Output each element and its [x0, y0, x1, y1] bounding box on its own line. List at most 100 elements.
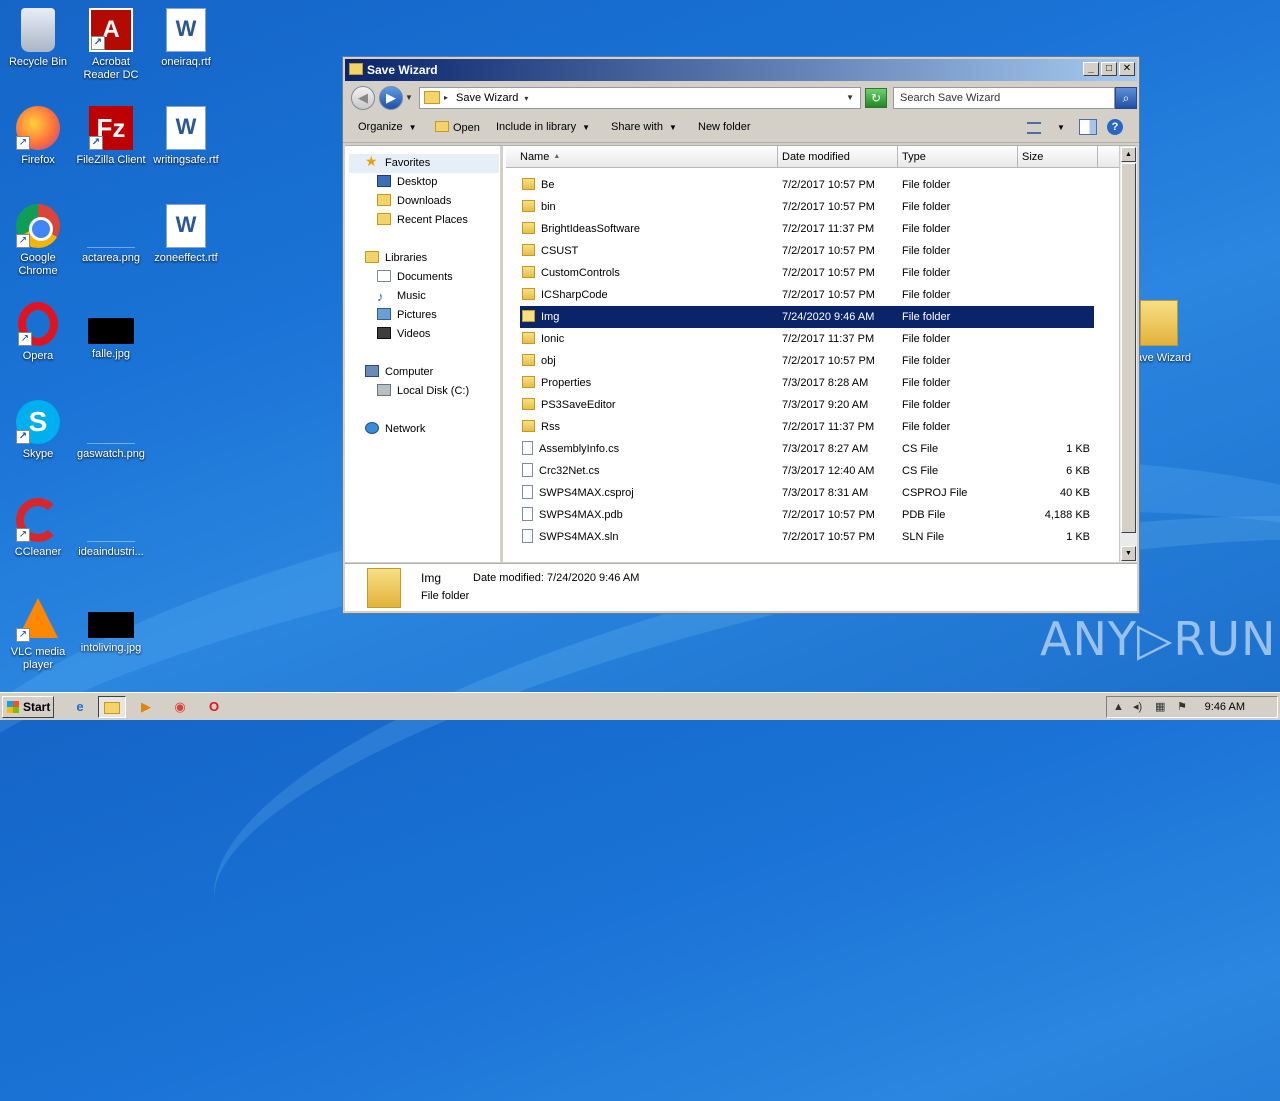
- nav-downloads[interactable]: Downloads: [377, 192, 451, 211]
- address-path[interactable]: Save Wizard: [456, 92, 518, 104]
- column-label: Name: [520, 151, 550, 163]
- column-header-size[interactable]: Size: [1018, 146, 1098, 168]
- minimize-button[interactable]: _: [1083, 62, 1099, 76]
- desktop-icon: [377, 175, 391, 187]
- new-folder-button[interactable]: New folder: [698, 121, 751, 133]
- desktop-icon-opera[interactable]: ↗ Opera: [0, 302, 76, 363]
- file-name-cell: SWPS4MAX.csproj: [522, 482, 634, 504]
- file-list-row[interactable]: SWPS4MAX.csproj 7/3/2017 8:31 AM CSPROJ Fi…: [520, 482, 1094, 504]
- nav-recent-places[interactable]: Recent Places: [377, 211, 468, 230]
- desktop-icon-recycle-bin[interactable]: Recycle Bin: [0, 8, 76, 69]
- help-icon[interactable]: ?: [1107, 119, 1123, 135]
- file-list-row[interactable]: obj 7/2/2017 10:57 PM File folder: [520, 350, 1094, 372]
- desktop-icon-falle[interactable]: falle.jpg: [73, 302, 149, 361]
- scrollbar-thumb[interactable]: [1121, 163, 1136, 533]
- desktop-icon-firefox[interactable]: ↗ Firefox: [0, 106, 76, 167]
- file-list-row[interactable]: Properties 7/3/2017 8:28 AM File folder: [520, 372, 1094, 394]
- share-with-button[interactable]: Share with ▼: [611, 121, 677, 133]
- recent-pages-dropdown[interactable]: ▼: [405, 93, 413, 102]
- show-hidden-icons-icon[interactable]: ▲: [1113, 697, 1124, 717]
- search-button[interactable]: ⌕: [1115, 87, 1137, 109]
- nav-videos[interactable]: Videos: [377, 325, 430, 344]
- include-in-library-button[interactable]: Include in library ▼: [496, 121, 590, 133]
- column-header-name[interactable]: Name ▲: [506, 146, 778, 168]
- desktop-icon-ideaindustri[interactable]: ideaindustri...: [73, 498, 149, 559]
- file-list-row[interactable]: Ionic 7/2/2017 11:37 PM File folder: [520, 328, 1094, 350]
- file-list-row[interactable]: bin 7/2/2017 10:57 PM File folder: [520, 196, 1094, 218]
- close-button[interactable]: ✕: [1119, 62, 1135, 76]
- desktop-icon-skype[interactable]: S ↗ Skype: [0, 400, 76, 461]
- desktop-icon-ccleaner[interactable]: ↗ CCleaner: [0, 498, 76, 559]
- file-list-row[interactable]: CustomControls 7/2/2017 10:57 PM File fold…: [520, 262, 1094, 284]
- file-name: SWPS4MAX.pdb: [539, 509, 623, 521]
- file-list-row[interactable]: ICSharpCode 7/2/2017 10:57 PM File folder: [520, 284, 1094, 306]
- column-header-date[interactable]: Date modified: [778, 146, 898, 168]
- nav-network[interactable]: Network: [365, 420, 425, 439]
- column-header-type[interactable]: Type: [898, 146, 1018, 168]
- file-list-row[interactable]: Rss 7/2/2017 11:37 PM File folder: [520, 416, 1094, 438]
- view-options-icon[interactable]: [1027, 122, 1041, 134]
- nav-desktop[interactable]: Desktop: [377, 173, 437, 192]
- media-player-icon[interactable]: ▶: [132, 696, 160, 718]
- file-list-row[interactable]: BrightIdeasSoftware 7/2/2017 11:37 PM File…: [520, 218, 1094, 240]
- opera-taskbar-icon[interactable]: O: [200, 696, 228, 718]
- scroll-down-button[interactable]: ▼: [1121, 546, 1136, 561]
- file-list-row[interactable]: PS3SaveEditor 7/3/2017 9:20 AM File folder: [520, 394, 1094, 416]
- desktop-icon-acrobat[interactable]: A ↗ Acrobat Reader DC: [73, 8, 149, 82]
- folder-icon[interactable]: [1140, 300, 1178, 346]
- address-dropdown-icon[interactable]: ▼: [846, 88, 854, 108]
- open-button[interactable]: Open: [435, 121, 480, 134]
- desktop-icon-actarea[interactable]: actarea.png: [73, 204, 149, 265]
- file-list-row[interactable]: AssemblyInfo.cs 7/3/2017 8:27 AM CS File 1 …: [520, 438, 1094, 460]
- nav-local-disk[interactable]: Local Disk (C:): [377, 382, 469, 401]
- clock[interactable]: 9:46 AM: [1205, 697, 1245, 717]
- forward-button[interactable]: ▶: [379, 86, 403, 110]
- organize-button[interactable]: Organize ▼: [358, 121, 417, 133]
- chevron-right-icon[interactable]: ▸: [444, 88, 448, 108]
- desktop-icon-writingsafe[interactable]: W writingsafe.rtf: [148, 106, 224, 167]
- nav-pictures[interactable]: Pictures: [377, 306, 437, 325]
- refresh-button[interactable]: ↻: [865, 88, 887, 108]
- file-date-cell: 7/3/2017 9:20 AM: [782, 399, 869, 411]
- network-tray-icon[interactable]: ▦: [1155, 697, 1165, 717]
- search-input[interactable]: Search Save Wizard: [893, 87, 1115, 109]
- nav-favorites[interactable]: ★ Favorites: [349, 154, 499, 173]
- include-label: Include in library: [496, 121, 577, 133]
- file-list-row[interactable]: SWPS4MAX.sln 7/2/2017 10:57 PM SLN File 1 K…: [520, 526, 1094, 548]
- chevron-down-icon[interactable]: ▾: [524, 94, 528, 103]
- back-button[interactable]: ◀: [351, 86, 375, 110]
- desktop-icon-oneiraq[interactable]: W oneiraq.rtf: [148, 8, 224, 69]
- share-label: Share with: [611, 121, 663, 133]
- start-button[interactable]: Start: [2, 696, 54, 718]
- desktop-icon-chrome[interactable]: ↗ Google Chrome: [0, 204, 76, 278]
- folder-icon: [424, 91, 440, 104]
- nav-music[interactable]: ♪ Music: [377, 287, 426, 306]
- chrome-taskbar-icon[interactable]: ◉: [166, 696, 194, 718]
- preview-pane-icon[interactable]: [1079, 119, 1097, 135]
- file-type-cell: File folder: [902, 201, 951, 213]
- file-list-row[interactable]: CSUST 7/2/2017 10:57 PM File folder: [520, 240, 1094, 262]
- desktop-icon-zoneeffect[interactable]: W zoneeffect.rtf: [148, 204, 224, 265]
- address-bar[interactable]: ▸ Save Wizard ▾ ▼: [419, 87, 861, 109]
- nav-documents[interactable]: Documents: [377, 268, 453, 287]
- file-list-row[interactable]: SWPS4MAX.pdb 7/2/2017 10:57 PM PDB File 4,1…: [520, 504, 1094, 526]
- nav-libraries[interactable]: Libraries: [365, 249, 427, 268]
- file-list-row[interactable]: Img 7/24/2020 9:46 AM File folder: [520, 306, 1094, 328]
- desktop-icon-vlc[interactable]: ↗ VLC media player: [0, 596, 76, 672]
- vertical-scrollbar[interactable]: ▲ ▼: [1119, 146, 1137, 562]
- explorer-taskbar-icon[interactable]: [98, 696, 126, 718]
- desktop-icon-gaswatch[interactable]: gaswatch.png: [73, 400, 149, 461]
- nav-computer[interactable]: Computer: [365, 363, 433, 382]
- maximize-button[interactable]: □: [1101, 62, 1117, 76]
- chevron-down-icon[interactable]: ▼: [1057, 123, 1065, 132]
- file-list-row[interactable]: Crc32Net.cs 7/3/2017 12:40 AM CS File 6 KB: [520, 460, 1094, 482]
- folder-icon: [522, 288, 535, 300]
- volume-icon[interactable]: ◂): [1133, 697, 1142, 717]
- file-list-row[interactable]: Be 7/2/2017 10:57 PM File folder: [520, 174, 1094, 196]
- scroll-up-button[interactable]: ▲: [1121, 147, 1136, 162]
- desktop-icon-filezilla[interactable]: Fz ↗ FileZilla Client: [73, 106, 149, 167]
- action-center-flag-icon[interactable]: ⚑: [1177, 697, 1187, 717]
- title-bar[interactable]: Save Wizard _ □ ✕: [345, 59, 1137, 81]
- internet-explorer-icon[interactable]: e: [66, 696, 94, 718]
- desktop-icon-intoliving[interactable]: intoliving.jpg: [73, 596, 149, 655]
